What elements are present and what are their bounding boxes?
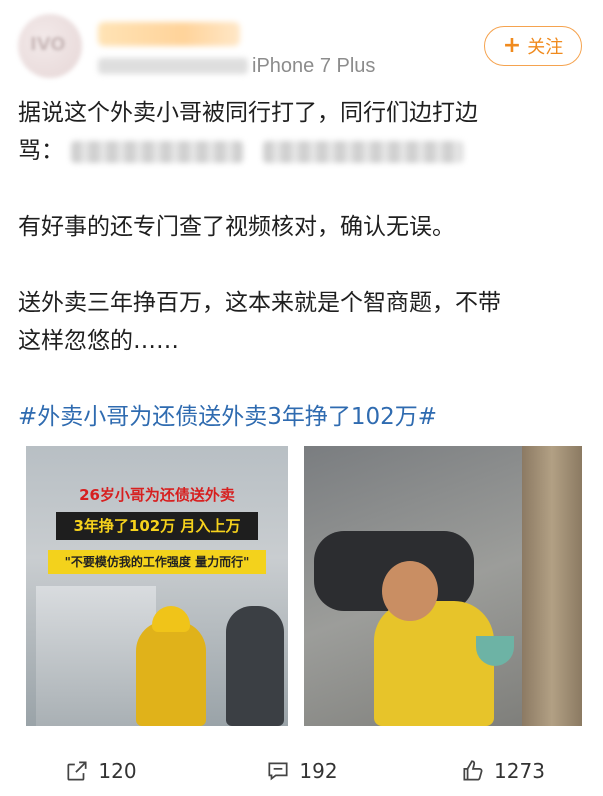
image-caption-title: 26岁小哥为还债送外卖 bbox=[79, 486, 235, 504]
device-label: iPhone 7 Plus bbox=[252, 55, 376, 77]
thumbs-up-icon bbox=[463, 759, 483, 781]
comment-button[interactable]: 192 bbox=[201, 745, 402, 796]
post-image-1[interactable]: 26岁小哥为还债送外卖 3年挣了102万 月入上万 "不要模仿我的工作强度 量力… bbox=[26, 446, 288, 726]
courier-figure bbox=[374, 601, 494, 726]
share-count: 120 bbox=[98, 758, 137, 783]
post-line-prefix: 骂： bbox=[18, 138, 64, 164]
post-line: 送外卖三年挣百万，这本来就是个智商题，不带 bbox=[18, 290, 501, 316]
username-blurred[interactable] bbox=[98, 22, 240, 46]
share-button[interactable]: 120 bbox=[0, 745, 201, 796]
post-line: 有好事的还专门查了视频核对，确认无误。 bbox=[18, 214, 455, 240]
post-line: 据说这个外卖小哥被同行打了，同行们边打边 bbox=[18, 100, 478, 126]
avatar-watermark: IVO bbox=[30, 34, 66, 55]
courier-figure bbox=[136, 621, 206, 726]
image-caption-highlight: 3年挣了102万 月入上万 bbox=[56, 512, 258, 540]
censored-text bbox=[71, 140, 244, 163]
comment-icon bbox=[268, 762, 288, 780]
comment-count: 192 bbox=[299, 758, 338, 783]
post-line: 这样忽悠的…… bbox=[18, 328, 179, 354]
follow-label: 关注 bbox=[527, 37, 564, 58]
share-icon bbox=[67, 760, 87, 781]
like-button[interactable]: 1273 bbox=[402, 745, 603, 796]
post-meta-blurred bbox=[98, 58, 248, 74]
post-image-2[interactable] bbox=[304, 446, 582, 726]
helmet-shape bbox=[152, 606, 190, 632]
post-header: IVO iPhone 7 Plus + 关注 bbox=[0, 0, 603, 90]
like-count: 1273 bbox=[494, 758, 545, 783]
head-shape bbox=[382, 561, 438, 621]
censored-text bbox=[262, 140, 463, 163]
tree-trunk-shape bbox=[522, 446, 582, 726]
post-body: 据说这个外卖小哥被同行打了，同行们边打边 骂： 有好事的还专门查了视频核对，确认… bbox=[18, 94, 588, 436]
post-line: 骂： bbox=[18, 132, 588, 170]
image-grid: 26岁小哥为还债送外卖 3年挣了102万 月入上万 "不要模仿我的工作强度 量力… bbox=[26, 446, 582, 726]
follow-button[interactable]: + 关注 bbox=[484, 26, 582, 66]
image-caption-quote: "不要模仿我的工作强度 量力而行" bbox=[48, 550, 266, 574]
hashtag-link[interactable]: #外卖小哥为还债送外卖3年挣了102万# bbox=[18, 398, 588, 436]
action-bar: 120 192 1273 bbox=[0, 745, 603, 796]
person-figure bbox=[226, 606, 284, 726]
plus-icon: + bbox=[502, 33, 522, 58]
